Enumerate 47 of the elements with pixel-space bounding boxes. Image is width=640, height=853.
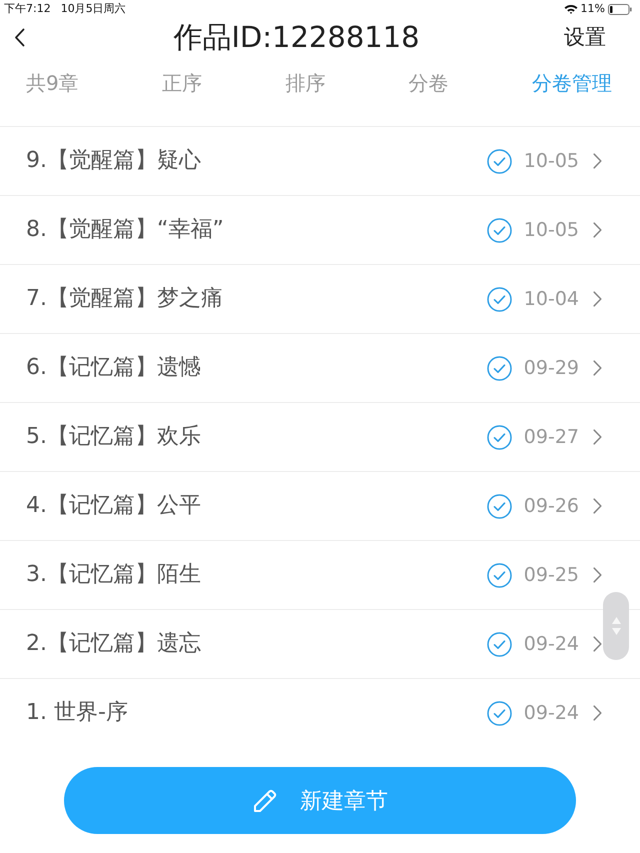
chapter-date: 09-27 — [524, 425, 579, 449]
up-triangle-icon — [612, 617, 620, 624]
chapter-date: 09-25 — [524, 563, 579, 587]
chevron-right-icon — [593, 429, 602, 445]
chapter-title: 1. 世界-序 — [26, 699, 129, 727]
battery-percentage: 11% — [580, 2, 605, 16]
settings-button[interactable]: 设置 — [564, 23, 606, 51]
wifi-icon — [564, 4, 578, 14]
chapter-date: 09-24 — [524, 701, 579, 725]
chapter-title: 8.【觉醒篇】“幸福” — [26, 216, 225, 244]
battery-icon — [608, 4, 632, 14]
chapter-title: 5.【记忆篇】欢乐 — [26, 423, 202, 451]
chapter-title: 3.【记忆篇】陌生 — [26, 561, 202, 589]
chevron-right-icon — [593, 567, 602, 583]
chapter-title: 7.【觉醒篇】梦之痛 — [26, 285, 224, 313]
chapter-date: 10-05 — [524, 218, 579, 242]
chapter-title: 9.【觉醒篇】疑心 — [26, 147, 202, 175]
chapter-date: 09-24 — [524, 632, 579, 656]
chapter-date: 09-29 — [524, 356, 579, 380]
chapter-date: 09-26 — [524, 494, 579, 518]
chevron-right-icon — [593, 153, 602, 169]
page-title: 作品ID:12288118 — [172, 19, 421, 55]
chapter-title: 6.【记忆篇】遗憾 — [26, 354, 202, 382]
chevron-right-icon — [593, 360, 602, 376]
chevron-right-icon — [593, 222, 602, 238]
chapter-count: 共9章 — [26, 70, 79, 96]
status-time: 下午7:12 — [4, 2, 51, 16]
chapter-row[interactable]: 6.【记忆篇】遗憾 09-29 — [0, 334, 640, 403]
chapter-date: 10-05 — [524, 149, 579, 173]
chevron-right-icon — [593, 498, 602, 514]
chapter-title: 4.【记忆篇】公平 — [26, 492, 202, 520]
chevron-right-icon — [593, 636, 602, 652]
chapter-row[interactable]: 8.【觉醒篇】“幸福” 10-05 — [0, 196, 640, 265]
chevron-right-icon — [593, 705, 602, 721]
chapter-row[interactable]: 5.【记忆篇】欢乐 09-27 — [0, 403, 640, 472]
chapter-date: 10-04 — [524, 287, 579, 311]
chevron-right-icon — [593, 291, 602, 307]
chapter-row[interactable]: 1. 世界-序 09-24 — [0, 679, 640, 748]
status-date: 10月5日周六 — [60, 2, 126, 16]
chapter-title: 2.【记忆篇】遗忘 — [26, 630, 202, 658]
chapter-row[interactable]: 7.【觉醒篇】梦之痛 10-04 — [0, 265, 640, 334]
pencil-icon — [252, 788, 278, 814]
scroll-handle[interactable] — [603, 592, 629, 660]
chapter-row[interactable]: 9.【觉醒篇】疑心 10-05 — [0, 127, 640, 196]
down-triangle-icon — [612, 628, 620, 635]
chapter-row[interactable]: 4.【记忆篇】公平 09-26 — [0, 472, 640, 541]
back-chevron-icon — [14, 28, 25, 46]
